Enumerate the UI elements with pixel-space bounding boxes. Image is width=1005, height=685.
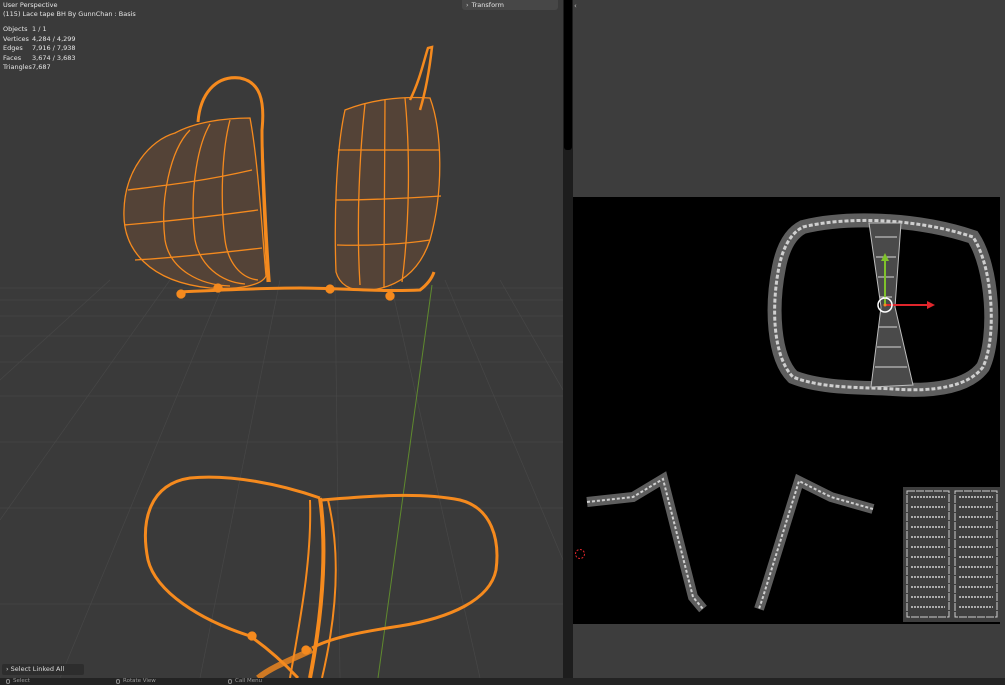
stat-row-faces: Faces 3,674 / 3,683	[3, 54, 76, 64]
operator-panel-select-linked[interactable]: › Select Linked All	[2, 664, 84, 675]
sidebar-toggle-icon[interactable]: ‹	[574, 2, 577, 10]
uv-islands	[586, 213, 1000, 622]
stat-label: Vertices	[3, 34, 29, 43]
uv-image-canvas[interactable]	[573, 197, 1000, 624]
mouse-left-icon	[6, 679, 10, 684]
mouse-right-icon	[228, 679, 232, 684]
viewport-object-name: (115) Lace tape BH By GunnChan : Basis	[3, 10, 136, 18]
transform-label: Transform	[471, 1, 504, 9]
stat-value: 7,916 / 7,938	[32, 44, 76, 53]
operator-panel-label: Select Linked All	[10, 665, 65, 673]
stat-value: 7,687	[32, 63, 51, 72]
status-label: Call Menu	[235, 678, 263, 684]
status-item-select: Select	[6, 678, 30, 685]
grid-floor	[0, 279, 563, 678]
uv-island-cups	[767, 213, 999, 397]
stat-value: 3,674 / 3,683	[32, 53, 76, 62]
stat-row-triangles: Triangles 7,687	[3, 63, 76, 73]
2d-cursor-icon	[575, 549, 585, 559]
mesh-top	[123, 45, 442, 301]
status-label: Rotate View	[123, 678, 156, 684]
uv-island-band	[903, 487, 1000, 622]
toolbar-region	[564, 0, 572, 150]
3d-viewport[interactable]: User Perspective (115) Lace tape BH By G…	[0, 0, 563, 678]
status-label: Select	[13, 678, 30, 684]
transform-panel-header[interactable]: › Transform	[462, 0, 558, 10]
status-bar: Select Rotate View Call Menu	[0, 678, 1005, 685]
stat-value: 1 / 1	[32, 25, 47, 33]
viewport-scene[interactable]	[0, 0, 563, 678]
status-item-call-menu: Call Menu	[228, 678, 262, 685]
mouse-middle-icon	[116, 679, 120, 684]
stat-row-objects: Objects 1 / 1	[3, 25, 76, 35]
stat-label: Edges	[3, 44, 23, 53]
stat-label: Triangles	[3, 63, 32, 72]
scene-statistics: Objects 1 / 1 Vertices 4,284 / 4,299 Edg…	[3, 25, 76, 73]
stat-label: Faces	[3, 53, 22, 62]
chevron-right-icon: ›	[466, 1, 469, 9]
status-item-rotate-view: Rotate View	[116, 678, 156, 685]
mesh-bottom	[143, 475, 499, 678]
stat-label: Objects	[3, 25, 28, 33]
uv-editor[interactable]: ‹	[573, 0, 1005, 678]
stat-value: 4,284 / 4,299	[32, 34, 76, 43]
uv-island-straps	[586, 471, 875, 613]
y-axis-line	[377, 284, 433, 678]
stat-row-vertices: Vertices 4,284 / 4,299	[3, 35, 76, 45]
stat-row-edges: Edges 7,916 / 7,938	[3, 44, 76, 54]
